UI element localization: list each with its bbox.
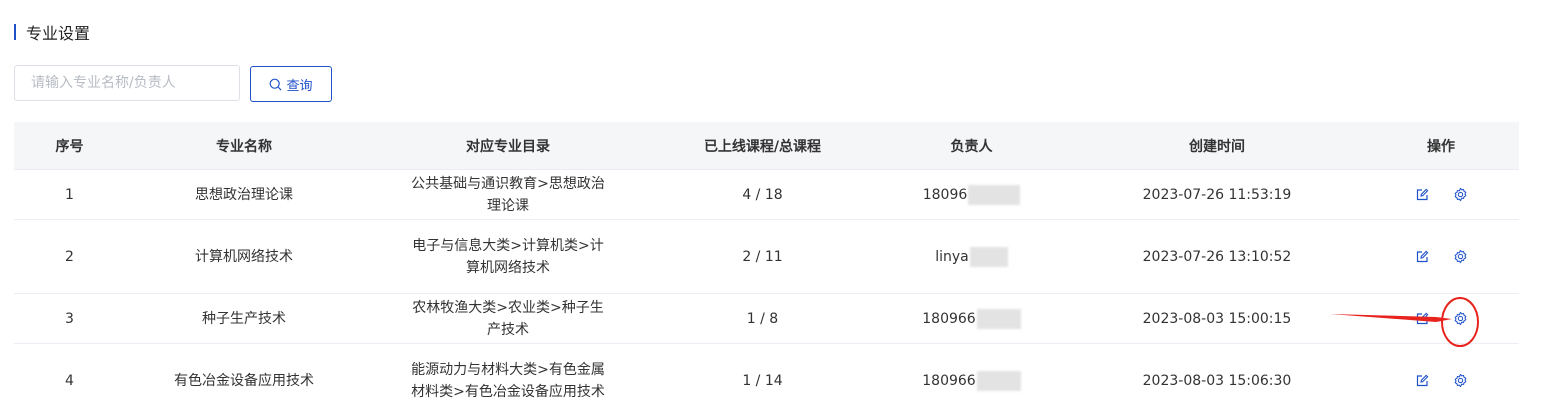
query-button-label: 查询 — [286, 78, 313, 94]
edit-icon[interactable] — [1414, 187, 1430, 203]
edit-icon[interactable] — [1414, 249, 1430, 265]
settings-icon[interactable] — [1452, 373, 1468, 389]
redacted-text — [968, 184, 1021, 205]
row-directory: 电子与信息大类>计算机类>计算机网络技术 — [412, 237, 604, 276]
header-major-name: 专业名称 — [216, 138, 272, 155]
settings-icon[interactable] — [1452, 311, 1468, 327]
row-courses: 2 / 11 — [742, 248, 783, 265]
edit-icon[interactable] — [1414, 373, 1430, 389]
row-owner: linya — [935, 248, 969, 265]
header-actions: 操作 — [1427, 138, 1455, 155]
row-index: 3 — [65, 310, 74, 327]
row-owner: 180966 — [922, 310, 976, 327]
table-row: 1 思想政治理论课 公共基础与通识教育>思想政治理论课 4 / 18 18096… — [14, 170, 1519, 220]
row-courses: 1 / 14 — [742, 372, 783, 389]
table-row: 2 计算机网络技术 电子与信息大类>计算机类>计算机网络技术 2 / 11 li… — [14, 220, 1519, 294]
row-major-name: 种子生产技术 — [202, 310, 286, 327]
title-accent-bar — [14, 24, 16, 40]
row-index: 4 — [65, 372, 74, 389]
row-created-time: 2023-07-26 13:10:52 — [1142, 248, 1292, 265]
row-owner-cell: 180966 — [872, 370, 1071, 392]
row-major-name: 思想政治理论课 — [195, 186, 293, 203]
row-actions — [1363, 249, 1519, 265]
search-input[interactable] — [14, 65, 240, 101]
redacted-text — [969, 246, 1008, 267]
query-button[interactable]: 查询 — [250, 66, 332, 102]
row-owner: 180966 — [922, 372, 976, 389]
row-directory: 农林牧渔大类>农业类>种子生产技术 — [412, 299, 604, 338]
header-courses: 已上线课程/总课程 — [703, 138, 822, 155]
header-directory: 对应专业目录 — [466, 138, 550, 155]
row-owner-cell: 180966 — [872, 308, 1071, 330]
row-courses: 4 / 18 — [742, 186, 783, 203]
row-actions — [1363, 187, 1519, 203]
row-major-name: 有色冶金设备应用技术 — [174, 372, 314, 389]
header-index: 序号 — [55, 138, 84, 155]
row-owner-cell: 18096 — [872, 184, 1071, 206]
row-index: 1 — [65, 186, 74, 203]
settings-icon[interactable] — [1452, 187, 1468, 203]
page-title: 专业设置 — [26, 24, 91, 43]
header-owner: 负责人 — [950, 138, 993, 155]
settings-icon[interactable] — [1452, 249, 1468, 265]
header-created-time: 创建时间 — [1189, 138, 1245, 155]
redacted-text — [976, 308, 1021, 329]
section-title: 专业设置 — [14, 22, 91, 43]
major-table: 序号 专业名称 对应专业目录 已上线课程/总课程 负责人 创建时间 操作 1 思… — [14, 122, 1519, 411]
edit-icon[interactable] — [1414, 311, 1430, 327]
table-row: 3 种子生产技术 农林牧渔大类>农业类>种子生产技术 1 / 8 180966 … — [14, 294, 1519, 344]
row-courses: 1 / 8 — [746, 310, 779, 327]
row-owner: 18096 — [922, 186, 968, 203]
row-major-name: 计算机网络技术 — [195, 248, 293, 265]
table-header: 序号 专业名称 对应专业目录 已上线课程/总课程 负责人 创建时间 操作 — [14, 122, 1519, 170]
row-directory: 能源动力与材料大类>有色金属材料类>有色冶金设备应用技术 — [411, 361, 605, 400]
row-index: 2 — [65, 248, 74, 265]
row-actions — [1363, 311, 1519, 327]
row-created-time: 2023-08-03 15:00:15 — [1142, 310, 1292, 327]
redacted-text — [976, 370, 1021, 391]
row-actions — [1363, 373, 1519, 389]
row-owner-cell: linya — [872, 246, 1071, 268]
search-icon — [270, 78, 282, 90]
row-created-time: 2023-07-26 11:53:19 — [1142, 186, 1292, 203]
row-created-time: 2023-08-03 15:06:30 — [1142, 372, 1292, 389]
row-directory: 公共基础与通识教育>思想政治理论课 — [411, 175, 605, 214]
table-row: 4 有色冶金设备应用技术 能源动力与材料大类>有色金属材料类>有色冶金设备应用技… — [14, 344, 1519, 411]
